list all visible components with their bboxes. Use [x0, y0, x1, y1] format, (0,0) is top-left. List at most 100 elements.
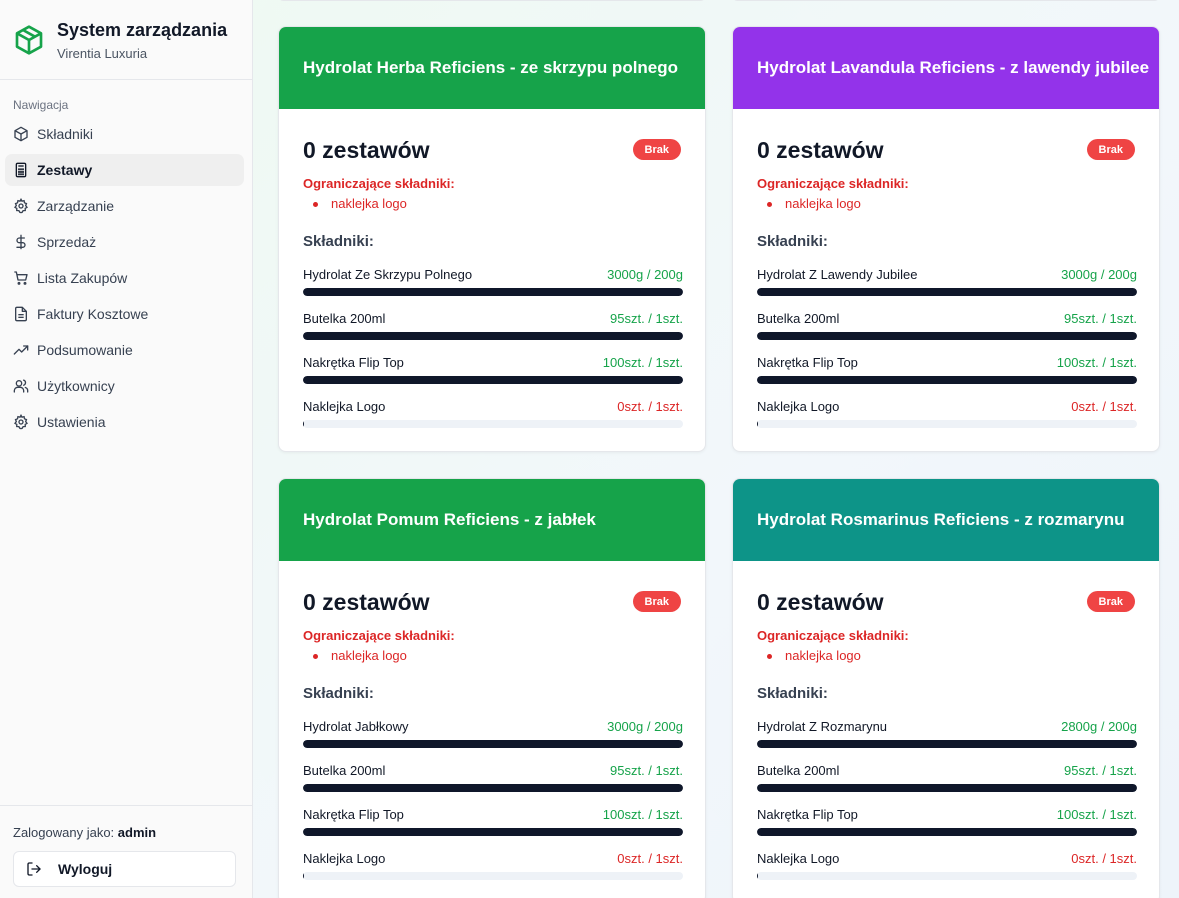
- ingredient-row: Naklejka Logo 0szt. / 1szt.: [757, 850, 1137, 894]
- ingredient-row: Butelka 200ml 95szt. / 1szt.: [303, 310, 683, 354]
- trending-up-icon: [13, 345, 29, 355]
- sidebar-item-ustawienia[interactable]: Ustawienia: [5, 406, 244, 438]
- ingredients-title: Składniki:: [757, 685, 828, 702]
- ingredient-progress-bar: [757, 376, 1137, 384]
- limiting-ingredient: naklejka logo: [767, 196, 861, 211]
- ingredient-row: Nakrętka Flip Top 100szt. / 1szt.: [303, 354, 683, 398]
- settings-icon: [14, 414, 28, 430]
- ingredient-name: Butelka 200ml: [303, 311, 386, 326]
- ingredient-row: Naklejka Logo 0szt. / 1szt.: [757, 398, 1137, 442]
- ingredient-quantity: 95szt. / 1szt.: [1064, 763, 1137, 778]
- sets-count: 0 zestawów: [757, 137, 884, 163]
- card-title: Hydrolat Lavandula Reficiens - z lawendy…: [757, 58, 1150, 77]
- dollar-icon: [16, 234, 26, 250]
- ingredient-row: Hydrolat Z Lawendy Jubilee 3000g / 200g: [757, 266, 1137, 310]
- product-card: Hydrolat Herba Reficiens - ze skrzypu po…: [278, 26, 706, 452]
- ingredient-quantity: 95szt. / 1szt.: [1064, 311, 1137, 326]
- logged-in-label: Zalogowany jako:: [13, 825, 115, 840]
- users-icon: [13, 379, 29, 393]
- card-header: Hydrolat Pomum Reficiens - z jabłek: [279, 479, 705, 561]
- ingredient-quantity: 100szt. / 1szt.: [602, 807, 683, 822]
- logged-in-user: admin: [117, 825, 157, 840]
- ingredient-progress-fill: [303, 332, 683, 340]
- limiting-ingredients-title: Ograniczające składniki:: [303, 176, 455, 191]
- sidebar-item-sprzedaz[interactable]: Sprzedaż: [5, 226, 244, 258]
- ingredient-row: Hydrolat Jabłkowy 3000g / 200g: [303, 718, 683, 762]
- ingredient-row: Hydrolat Ze Skrzypu Polnego 3000g / 200g: [303, 266, 683, 310]
- ingredient-progress-bar: [303, 376, 683, 384]
- sidebar-item-label: Faktury Kosztowe: [37, 306, 149, 322]
- sidebar-item-podsumowanie[interactable]: Podsumowanie: [5, 334, 244, 366]
- ingredient-name: Nakrętka Flip Top: [757, 807, 858, 822]
- logout-label: Wyloguj: [58, 861, 113, 877]
- ingredient-progress-bar: [757, 288, 1137, 296]
- limiting-ingredient: naklejka logo: [313, 648, 407, 663]
- ingredient-progress-bar: [757, 828, 1137, 836]
- ingredient-quantity: 3000g / 200g: [607, 719, 683, 734]
- ingredient-quantity: 0szt. / 1szt.: [617, 399, 683, 414]
- status-badge: Brak: [1086, 139, 1135, 160]
- card-title: Hydrolat Rosmarinus Reficiens - z rozmar…: [757, 510, 1125, 529]
- ingredient-row: Hydrolat Z Rozmarynu 2800g / 200g: [757, 718, 1137, 762]
- ingredients-list: Hydrolat Ze Skrzypu Polnego 3000g / 200g…: [303, 266, 683, 442]
- ingredient-quantity: 95szt. / 1szt.: [610, 763, 683, 778]
- ingredient-progress-fill: [757, 420, 759, 428]
- sidebar: System zarządzania Virentia Luxuria Nawi…: [0, 0, 253, 898]
- sidebar-item-label: Podsumowanie: [37, 342, 133, 358]
- ingredient-quantity: 100szt. / 1szt.: [1056, 807, 1137, 822]
- sidebar-footer: Zalogowany jako: admin Wyloguj: [0, 805, 252, 898]
- sidebar-item-zarzadzanie[interactable]: Zarządzanie: [5, 190, 244, 222]
- card-header: Hydrolat Rosmarinus Reficiens - z rozmar…: [733, 479, 1159, 561]
- ingredient-progress-fill: [757, 288, 1137, 296]
- sidebar-item-label: Użytkownicy: [37, 378, 115, 394]
- card-header: Hydrolat Lavandula Reficiens - z lawendy…: [733, 27, 1159, 109]
- brand-header: System zarządzania Virentia Luxuria: [0, 0, 252, 80]
- ingredient-progress-fill: [303, 828, 683, 836]
- ingredient-progress-bar: [757, 872, 1137, 880]
- app-title: System zarządzania: [57, 20, 228, 40]
- limiting-ingredient: naklejka logo: [313, 196, 407, 211]
- status-badge: Brak: [1086, 591, 1135, 612]
- ingredient-progress-bar: [303, 872, 683, 880]
- sidebar-nav: Składniki Zestawy Zarządzanie Sprzedaż L…: [5, 118, 244, 442]
- status-badge: Brak: [632, 139, 681, 160]
- ingredient-name: Hydrolat Ze Skrzypu Polnego: [303, 267, 473, 282]
- ingredient-progress-bar: [303, 740, 683, 748]
- ingredient-name: Naklejka Logo: [303, 399, 386, 414]
- ingredient-row: Nakrętka Flip Top 100szt. / 1szt.: [757, 354, 1137, 398]
- ingredients-list: Hydrolat Z Rozmarynu 2800g / 200g Butelk…: [757, 718, 1137, 894]
- ingredient-progress-fill: [303, 872, 305, 880]
- sets-count: 0 zestawów: [757, 589, 884, 615]
- cart-icon: [14, 271, 28, 285]
- ingredient-progress-bar: [757, 420, 1137, 428]
- sidebar-item-uzytkownicy[interactable]: Użytkownicy: [5, 370, 244, 402]
- ingredient-name: Hydrolat Z Lawendy Jubilee: [757, 267, 918, 282]
- logout-icon: [27, 862, 41, 876]
- sidebar-item-skladniki[interactable]: Składniki: [5, 118, 244, 150]
- ingredient-progress-bar: [757, 784, 1137, 792]
- sidebar-item-label: Lista Zakupów: [37, 270, 128, 286]
- ingredient-quantity: 2800g / 200g: [1061, 719, 1137, 734]
- ingredient-name: Hydrolat Jabłkowy: [303, 719, 409, 734]
- ingredient-name: Hydrolat Z Rozmarynu: [757, 719, 888, 734]
- ingredient-progress-fill: [303, 420, 305, 428]
- product-card: Hydrolat Rosmarinus Reficiens - z rozmar…: [732, 478, 1160, 898]
- logout-button[interactable]: Wyloguj: [13, 851, 236, 887]
- ingredient-progress-bar: [303, 288, 683, 296]
- sidebar-item-label: Zarządzanie: [37, 198, 115, 214]
- sidebar-item-zestawy[interactable]: Zestawy: [5, 154, 244, 186]
- sidebar-item-faktury-kosztowe[interactable]: Faktury Kosztowe: [5, 298, 244, 330]
- ingredient-progress-fill: [303, 288, 683, 296]
- ingredient-quantity: 3000g / 200g: [1061, 267, 1137, 282]
- product-card: Hydrolat Pomum Reficiens - z jabłek 0 ze…: [278, 478, 706, 898]
- ingredient-progress-bar: [757, 332, 1137, 340]
- sidebar-item-lista-zakupow[interactable]: Lista Zakupów: [5, 262, 244, 294]
- ingredient-progress-bar: [757, 740, 1137, 748]
- gear-icon: [14, 198, 28, 214]
- ingredient-row: Naklejka Logo 0szt. / 1szt.: [303, 850, 683, 894]
- ingredient-quantity: 100szt. / 1szt.: [602, 355, 683, 370]
- ingredient-name: Butelka 200ml: [757, 311, 840, 326]
- ingredient-name: Nakrętka Flip Top: [303, 355, 404, 370]
- sets-count: 0 zestawów: [303, 137, 430, 163]
- ingredient-quantity: 3000g / 200g: [607, 267, 683, 282]
